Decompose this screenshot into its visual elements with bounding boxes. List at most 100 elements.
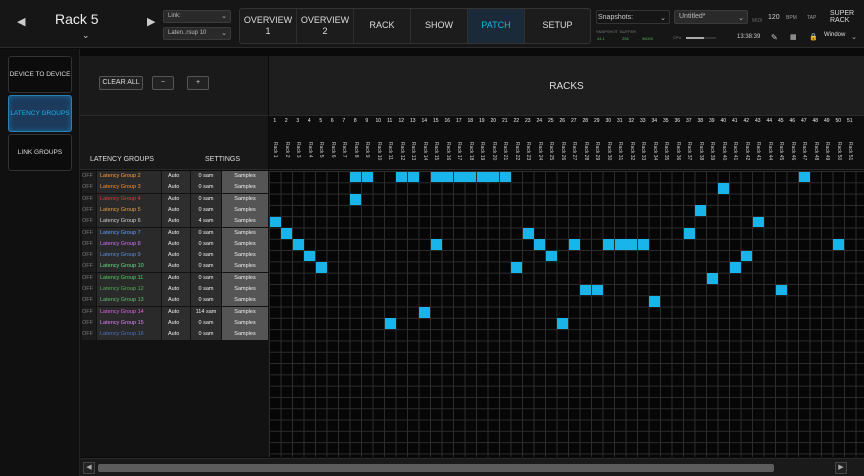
tab-patch[interactable]: PATCH (468, 9, 525, 43)
column-rack-name[interactable]: Rack 6 (330, 142, 336, 158)
column-rack-name[interactable]: Rack 24 (537, 142, 543, 160)
column-rack-name[interactable]: Rack 30 (606, 142, 612, 160)
group-latency-value[interactable]: 4 sam (191, 216, 221, 228)
group-name[interactable]: Latency Group 7 (97, 227, 161, 239)
horizontal-scrollbar[interactable]: ◀ ▶ (80, 458, 864, 476)
group-off-toggle[interactable]: OFF (82, 317, 96, 329)
group-name[interactable]: Latency Group 6 (97, 216, 161, 228)
snapshot-name-select[interactable]: Untitled* ⌄ (674, 10, 748, 24)
latency-preset-select[interactable]: Laten..rsup 10 ⌄ (163, 27, 231, 40)
group-unit-select[interactable]: Samples (222, 238, 268, 250)
sidebar-item-device-to-device[interactable]: DEVICE TO DEVICE (8, 56, 72, 93)
column-rack-name[interactable]: Rack 21 (502, 142, 508, 160)
group-latency-value[interactable]: 0 sam (191, 171, 221, 182)
group-mode[interactable]: Auto (162, 329, 190, 341)
column-rack-name[interactable]: Rack 10 (376, 142, 382, 160)
group-mode[interactable]: Auto (162, 171, 190, 182)
column-rack-name[interactable]: Rack 5 (318, 142, 324, 158)
matrix-assigned-cell[interactable] (614, 239, 626, 251)
scroll-right-arrow-icon[interactable]: ▶ (835, 462, 847, 474)
matrix-assigned-cell[interactable] (580, 284, 591, 296)
group-unit-select[interactable]: Samples (222, 261, 268, 273)
group-off-toggle[interactable]: OFF (82, 306, 96, 318)
group-unit-select[interactable]: Samples (222, 216, 268, 228)
matrix-assigned-cell[interactable] (453, 171, 465, 183)
tempo-value[interactable]: 120 (768, 14, 780, 21)
group-off-toggle[interactable]: OFF (82, 250, 96, 262)
column-rack-name[interactable]: Rack 39 (709, 142, 715, 160)
group-name[interactable]: Latency Group 11 (97, 272, 161, 284)
scrollbar-thumb[interactable] (98, 464, 774, 472)
latency-group-row[interactable]: OFF Latency Group 15 Auto 0 sam Samples (80, 317, 269, 329)
matrix-assigned-cell[interactable] (603, 239, 614, 251)
matrix-assigned-cell[interactable] (384, 318, 396, 330)
column-rack-name[interactable]: Rack 25 (548, 142, 554, 160)
group-name[interactable]: Latency Group 12 (97, 284, 161, 295)
group-latency-value[interactable]: 0 sam (191, 272, 221, 284)
group-latency-value[interactable]: 0 sam (191, 227, 221, 239)
sidebar-item-latency-groups[interactable]: LATENCY GROUPS (8, 95, 72, 132)
group-latency-value[interactable]: 0 sam (191, 317, 221, 329)
group-latency-value[interactable]: 114 sam (191, 306, 221, 318)
latency-group-row[interactable]: OFF Latency Group 8 Auto 0 sam Samples (80, 238, 269, 250)
column-rack-name[interactable]: Rack 50 (836, 142, 842, 160)
group-name[interactable]: Latency Group 14 (97, 306, 161, 318)
latency-group-row[interactable]: OFF Latency Group 9 Auto 0 sam Samples (80, 250, 269, 262)
matrix-assigned-cell[interactable] (511, 261, 522, 273)
column-rack-name[interactable]: Rack 31 (617, 142, 623, 160)
prev-rack-arrow-icon[interactable]: ◀ (17, 15, 25, 28)
column-rack-name[interactable]: Rack 20 (491, 142, 497, 160)
matrix-assigned-cell[interactable] (465, 171, 476, 183)
window-select[interactable]: Window ⌄ (820, 30, 860, 44)
latency-group-row[interactable]: OFF Latency Group 12 Auto 0 sam Samples (80, 284, 269, 295)
group-unit-select[interactable]: Samples (222, 329, 268, 341)
group-off-toggle[interactable]: OFF (82, 216, 96, 228)
group-latency-value[interactable]: 0 sam (191, 193, 221, 205)
latency-group-row[interactable]: OFF Latency Group 4 Auto 0 sam Samples (80, 193, 269, 205)
group-off-toggle[interactable]: OFF (82, 171, 96, 182)
matrix-assigned-cell[interactable] (568, 239, 580, 251)
matrix-assigned-cell[interactable] (499, 171, 511, 183)
column-rack-name[interactable]: Rack 13 (410, 142, 416, 160)
group-name[interactable]: Latency Group 2 (97, 171, 161, 182)
group-name[interactable]: Latency Group 4 (97, 193, 161, 205)
group-name[interactable]: Latency Group 10 (97, 261, 161, 273)
group-mode[interactable]: Auto (162, 216, 190, 228)
group-name[interactable]: Latency Group 3 (97, 182, 161, 194)
column-rack-name[interactable]: Rack 49 (824, 142, 830, 160)
snapshots-select[interactable]: ⌄ (596, 10, 670, 24)
group-unit-select[interactable]: Samples (222, 284, 268, 295)
group-latency-value[interactable]: 0 sam (191, 204, 221, 216)
remove-group-button[interactable]: − (152, 76, 174, 90)
matrix-assigned-cell[interactable] (350, 171, 361, 183)
matrix-assigned-cell[interactable] (361, 171, 373, 183)
next-rack-arrow-icon[interactable]: ▶ (147, 15, 155, 28)
group-name[interactable]: Latency Group 9 (97, 250, 161, 262)
matrix-assigned-cell[interactable] (798, 171, 810, 183)
matrix-assigned-cell[interactable] (281, 228, 292, 239)
group-mode[interactable]: Auto (162, 272, 190, 284)
matrix-assigned-cell[interactable] (522, 228, 534, 239)
matrix-assigned-cell[interactable] (488, 171, 499, 183)
scroll-left-arrow-icon[interactable]: ◀ (83, 462, 95, 474)
column-rack-name[interactable]: Rack 35 (663, 142, 669, 160)
matrix-assigned-cell[interactable] (695, 205, 706, 217)
matrix-assigned-cell[interactable] (292, 239, 304, 251)
latency-group-row[interactable]: OFF Latency Group 7 Auto 0 sam Samples (80, 227, 269, 239)
matrix-assigned-cell[interactable] (557, 318, 568, 330)
group-unit-select[interactable]: Samples (222, 227, 268, 239)
matrix-assigned-cell[interactable] (626, 239, 637, 251)
grid-icon[interactable]: ▦ (790, 33, 797, 41)
group-mode[interactable]: Auto (162, 284, 190, 295)
group-latency-value[interactable]: 0 sam (191, 182, 221, 194)
column-rack-name[interactable]: Rack 42 (744, 142, 750, 160)
column-rack-name[interactable]: Rack 18 (468, 142, 474, 160)
matrix-assigned-cell[interactable] (706, 273, 718, 284)
group-name[interactable]: Latency Group 16 (97, 329, 161, 341)
column-rack-name[interactable]: Rack 38 (698, 142, 704, 160)
column-rack-name[interactable]: Rack 3 (295, 142, 301, 158)
link-select[interactable]: Link: ⌄ (163, 10, 231, 23)
group-unit-select[interactable]: Samples (222, 317, 268, 329)
column-rack-name[interactable]: Rack 36 (675, 142, 681, 160)
column-rack-name[interactable]: Rack 51 (847, 142, 853, 160)
